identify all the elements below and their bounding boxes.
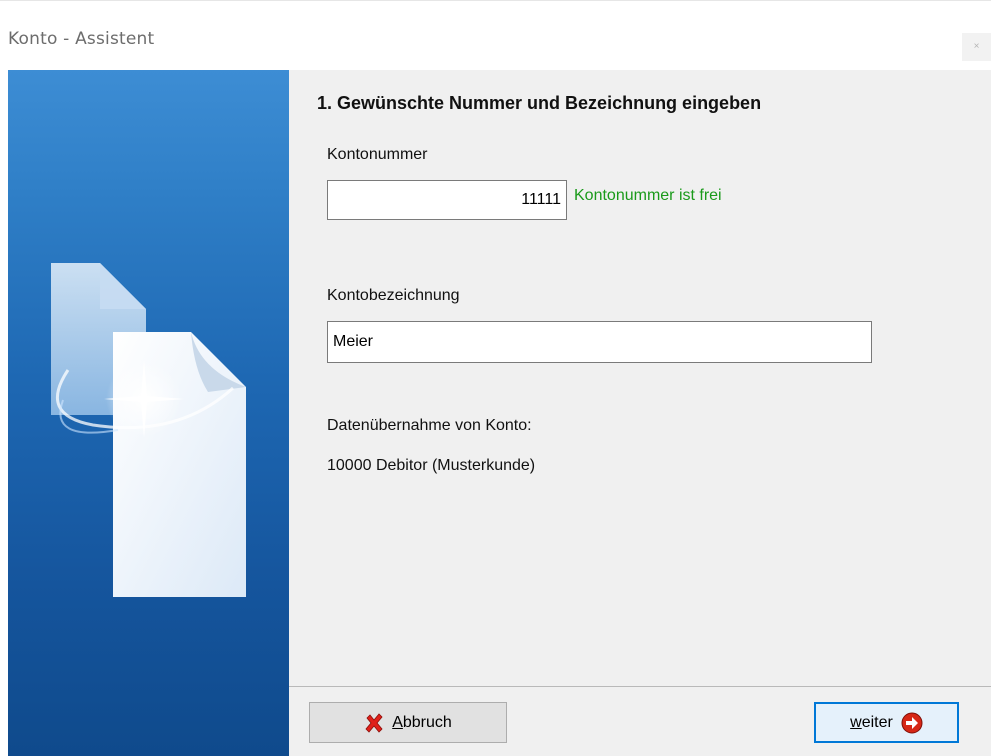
account-number-input[interactable]	[327, 180, 567, 220]
next-button[interactable]: weiter	[814, 702, 959, 743]
step-heading: 1. Gewünschte Nummer und Bezeichnung ein…	[317, 93, 762, 113]
data-transfer-label: Datenübernahme von Konto:	[327, 417, 532, 434]
wizard-sidebar	[8, 70, 289, 756]
account-number-label: Kontonummer	[327, 146, 428, 163]
data-transfer-source: 10000 Debitor (Musterkunde)	[327, 457, 536, 474]
red-x-icon	[364, 712, 384, 733]
window-title: Konto - Assistent	[8, 29, 155, 49]
cancel-button[interactable]: Abbruch	[309, 702, 507, 743]
close-icon: ×	[973, 41, 980, 52]
account-name-input[interactable]	[327, 321, 872, 363]
arrow-right-circle-icon	[901, 712, 923, 734]
wizard-content: 1. Gewünschte Nummer und Bezeichnung ein…	[289, 70, 991, 686]
konto-assistant-window: Konto - Assistent × 1. Gewünschte Nummer…	[0, 0, 991, 756]
close-button[interactable]: ×	[962, 33, 991, 61]
cancel-button-label: Abbruch	[392, 713, 452, 731]
next-button-label: weiter	[850, 713, 893, 731]
wizard-footer: Abbruch weiter	[289, 686, 991, 756]
account-number-status: Kontonummer ist frei	[574, 187, 722, 204]
documents-illustration	[51, 263, 246, 597]
account-name-label: Kontobezeichnung	[327, 287, 460, 304]
title-bar: Konto - Assistent ×	[0, 0, 991, 68]
